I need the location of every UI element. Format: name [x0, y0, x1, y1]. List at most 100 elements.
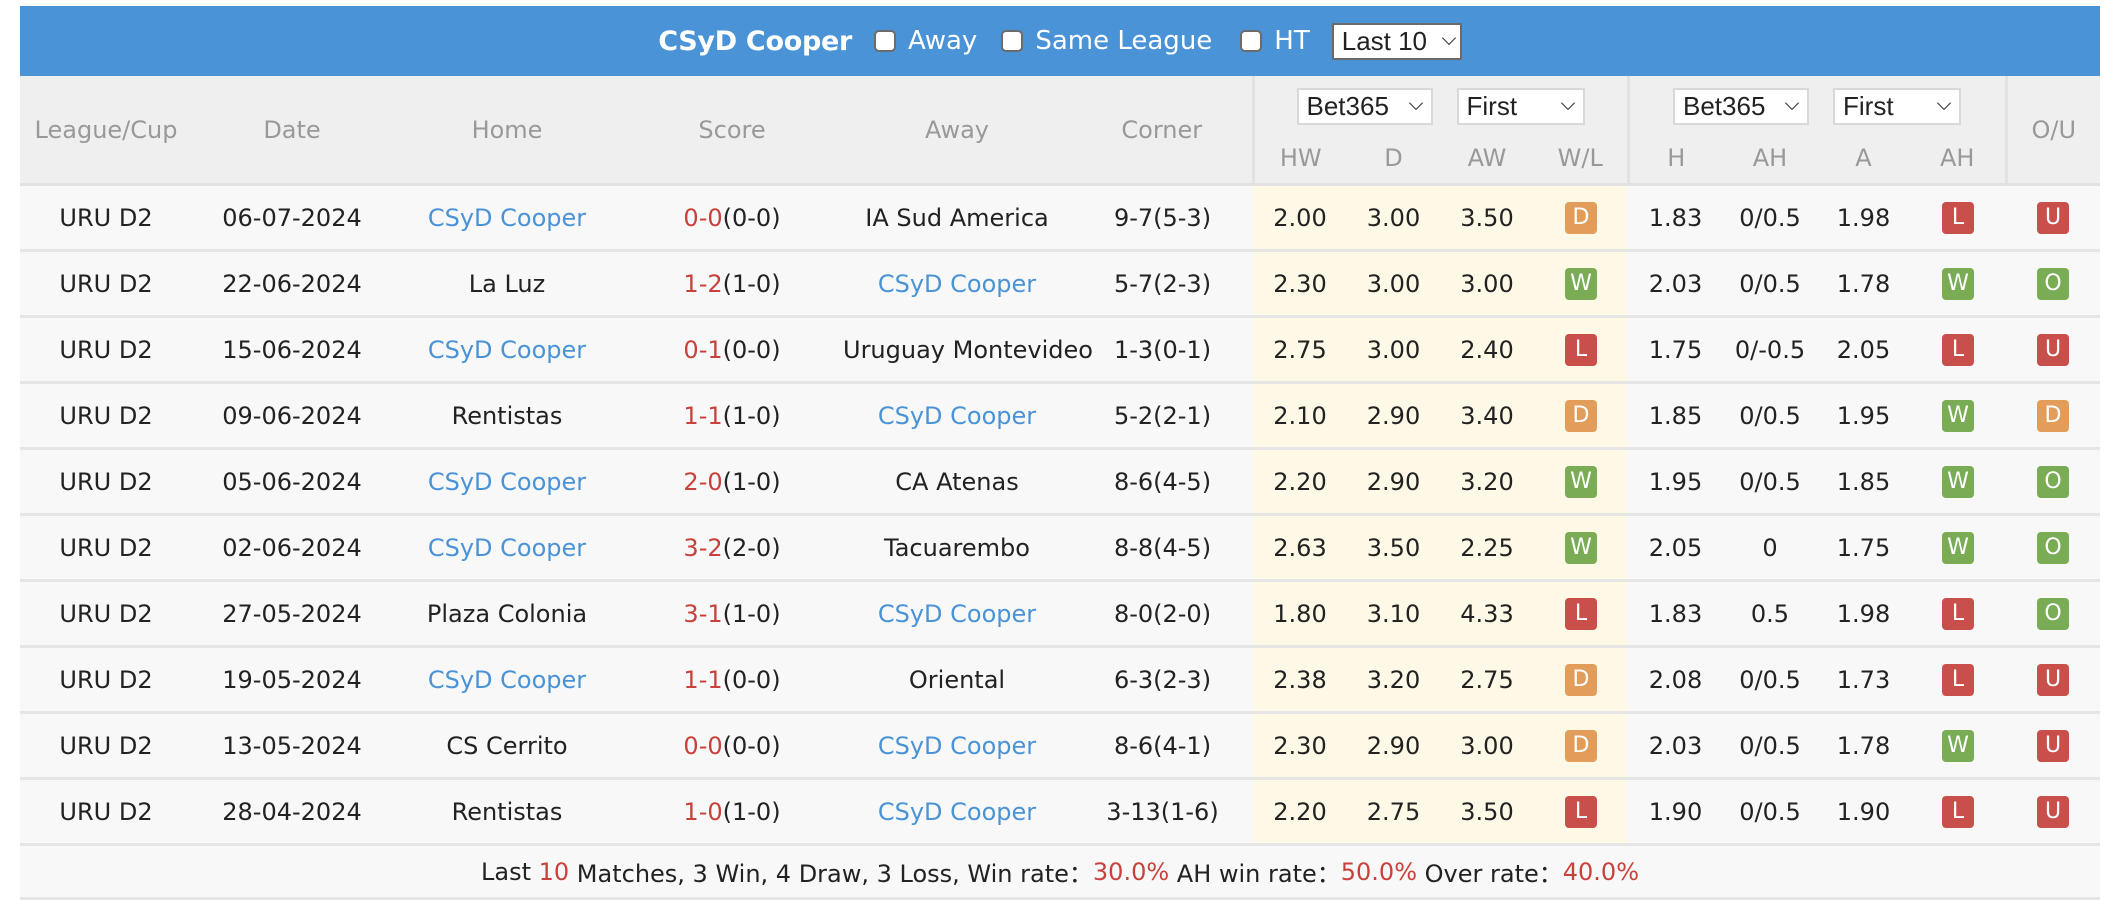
league-cell[interactable]: URU D2: [20, 250, 192, 318]
ht-filter-checkbox[interactable]: HT: [1240, 26, 1310, 56]
ah-line: 0/-0.5: [1723, 316, 1817, 384]
home-team-link[interactable]: CS Cerrito: [392, 712, 622, 780]
ah-result-badge: L: [1942, 597, 1974, 630]
home-team-link[interactable]: CSyD Cooper: [392, 316, 622, 384]
league-cell[interactable]: URU D2: [20, 514, 192, 582]
league-cell[interactable]: URU D2: [20, 646, 192, 714]
ah-away-odds: 1.85: [1817, 448, 1910, 516]
away-team-link[interactable]: CA Atenas: [842, 448, 1072, 516]
ah-away-odds: 1.73: [1817, 646, 1910, 714]
away-team-link[interactable]: CSyD Cooper: [842, 250, 1072, 318]
home-win-odds: 2.20: [1253, 448, 1347, 516]
home-team-link[interactable]: CSyD Cooper: [392, 448, 622, 516]
score-cell[interactable]: 1-1(0-0): [622, 646, 842, 714]
home-team-link[interactable]: Plaza Colonia: [392, 580, 622, 648]
match-row: URU D2 09-06-2024 Rentistas 1-1(1-0) CSyD Co…: [20, 382, 2100, 450]
away-win-odds: 4.33: [1440, 580, 1534, 648]
corner-cell: 8-8(4-5): [1072, 514, 1253, 582]
checkbox-icon[interactable]: [1001, 30, 1024, 52]
result-badge: L: [1565, 795, 1597, 828]
ah-home-odds: 2.05: [1628, 514, 1723, 582]
checkbox-icon[interactable]: [1240, 30, 1263, 52]
panel-header: CSyD Cooper Away Same League HT Last 10: [20, 6, 2100, 76]
full-time-score: 1-1: [683, 401, 723, 430]
same-league-filter-checkbox[interactable]: Same League: [1001, 26, 1212, 56]
col-header-home: Home: [392, 76, 622, 186]
full-time-score: 0-0: [683, 731, 723, 760]
away-team-link[interactable]: Uruguay Montevideo: [842, 316, 1093, 384]
ah-line: 0/0.5: [1723, 448, 1817, 516]
league-cell[interactable]: URU D2: [20, 316, 192, 384]
home-team-link[interactable]: CSyD Cooper: [392, 514, 622, 582]
checkbox-icon[interactable]: [874, 30, 896, 52]
col-header-ou: O/U: [2004, 76, 2100, 186]
away-win-odds: 3.00: [1440, 250, 1534, 318]
league-cell[interactable]: URU D2: [20, 448, 192, 516]
team-title: CSyD Cooper: [658, 25, 852, 57]
odds-company-select[interactable]: Bet365: [1296, 87, 1433, 125]
corner-cell: 5-2(2-1): [1072, 382, 1253, 450]
score-cell[interactable]: 3-2(2-0): [622, 514, 842, 582]
score-cell[interactable]: 0-0(0-0): [622, 712, 842, 780]
summary-over-label: Over rate：: [1417, 860, 1563, 888]
ou-cell: U: [2006, 646, 2100, 714]
away-team-link[interactable]: CSyD Cooper: [842, 712, 1072, 780]
ah-type-select[interactable]: First: [1833, 87, 1961, 125]
away-team-link[interactable]: CSyD Cooper: [842, 580, 1072, 648]
away-team-link[interactable]: CSyD Cooper: [842, 382, 1072, 450]
col-header-hw: HW: [1251, 136, 1347, 186]
ou-result-badge: D: [2037, 399, 2069, 432]
corner-cell: 9-7(5-3): [1072, 184, 1253, 252]
ah-away-odds: 1.95: [1817, 382, 1910, 450]
col-header-a: A: [1817, 136, 1910, 186]
league-cell[interactable]: URU D2: [20, 580, 192, 648]
home-team-link[interactable]: CSyD Cooper: [392, 184, 622, 252]
home-team-link[interactable]: CSyD Cooper: [392, 646, 622, 714]
half-time-score: (0-0): [722, 731, 781, 760]
ah-company-select[interactable]: Bet365: [1673, 87, 1809, 125]
ou-result-badge: U: [2037, 333, 2069, 366]
league-cell[interactable]: URU D2: [20, 184, 192, 252]
away-team-link[interactable]: Oriental: [842, 646, 1072, 714]
away-team-link[interactable]: Tacuarembo: [842, 514, 1072, 582]
league-cell[interactable]: URU D2: [20, 778, 192, 846]
result-badge: L: [1565, 333, 1597, 366]
score-cell[interactable]: 3-1(1-0): [622, 580, 842, 648]
ah-line: 0/0.5: [1723, 712, 1817, 780]
date-cell: 09-06-2024: [192, 382, 392, 450]
wl-cell: W: [1534, 250, 1628, 318]
score-cell[interactable]: 1-0(1-0): [622, 778, 842, 846]
full-time-score: 2-0: [683, 467, 723, 496]
recent-matches-panel: CSyD Cooper Away Same League HT Last 10: [20, 6, 2100, 900]
score-cell[interactable]: 1-1(1-0): [622, 382, 842, 450]
ah-company-value: Bet365: [1683, 90, 1766, 121]
summary-over-rate: 40.0%: [1562, 857, 1639, 886]
home-team-link[interactable]: La Luz: [392, 250, 622, 318]
summary-record: Matches, 3 Win, 4 Draw, 3 Loss, Win rate…: [569, 860, 1093, 888]
score-cell[interactable]: 1-2(1-0): [622, 250, 842, 318]
score-cell[interactable]: 0-0(0-0): [622, 184, 842, 252]
match-row: URU D2 28-04-2024 Rentistas 1-0(1-0) CSyD Co…: [20, 778, 2100, 846]
home-team-link[interactable]: Rentistas: [392, 382, 622, 450]
corner-cell: 8-6(4-1): [1072, 712, 1253, 780]
match-count-select[interactable]: Last 10: [1331, 22, 1462, 60]
home-win-odds: 2.30: [1253, 712, 1347, 780]
league-cell[interactable]: URU D2: [20, 712, 192, 780]
ah-result-cell: W: [1910, 448, 2006, 516]
corner-cell: 1-3(0-1): [1072, 316, 1253, 384]
league-cell[interactable]: URU D2: [20, 382, 192, 450]
score-cell[interactable]: 2-0(1-0): [622, 448, 842, 516]
odds-type-select[interactable]: First: [1456, 87, 1585, 125]
away-filter-checkbox[interactable]: Away: [874, 26, 977, 56]
home-team-link[interactable]: Rentistas: [392, 778, 622, 846]
draw-odds: 2.90: [1347, 712, 1440, 780]
ah-result-cell: W: [1910, 382, 2006, 450]
wl-cell: L: [1534, 580, 1628, 648]
away-team-link[interactable]: IA Sud America: [842, 184, 1072, 252]
ah-home-odds: 1.83: [1628, 184, 1723, 252]
ah-result-badge: W: [1942, 465, 1974, 498]
score-cell[interactable]: 0-1(0-0): [622, 316, 842, 384]
draw-odds: 3.00: [1347, 184, 1440, 252]
away-team-link[interactable]: CSyD Cooper: [842, 778, 1072, 846]
ah-line: 0/0.5: [1723, 646, 1817, 714]
